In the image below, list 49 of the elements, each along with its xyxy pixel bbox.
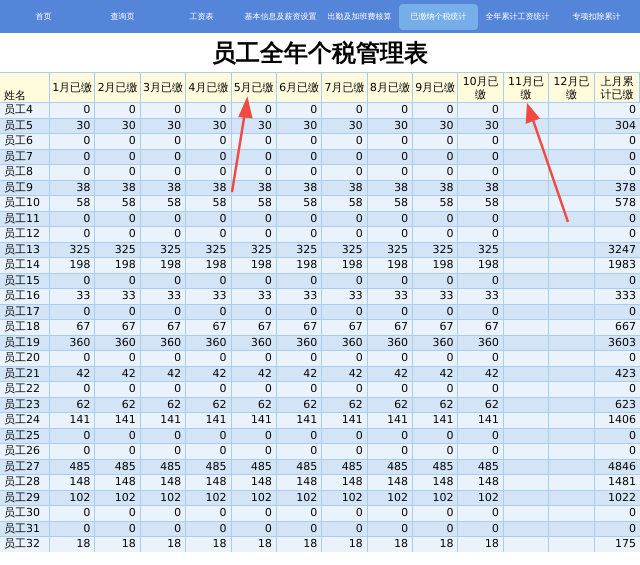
table-cell-text: 0 bbox=[628, 382, 637, 396]
table-cell-text: 0 bbox=[628, 134, 637, 148]
table-cell-text: 0 bbox=[628, 150, 637, 164]
table-cell: 18 bbox=[95, 537, 141, 552]
table-cell-text: 1983 bbox=[607, 258, 637, 272]
table-cell-text: 0 bbox=[628, 428, 637, 443]
table-cell-text: 0 bbox=[628, 227, 637, 242]
table-cell: 18 bbox=[413, 537, 458, 552]
table-cell-text: 0 bbox=[628, 444, 637, 458]
table-cell: 18 bbox=[322, 537, 368, 552]
table-cell-text: 0 bbox=[628, 103, 637, 118]
table-cell: 18 bbox=[276, 537, 322, 552]
table-cell-text: 0 bbox=[628, 506, 637, 520]
table-cell-text: 1406 bbox=[607, 413, 637, 428]
nav-tab[interactable]: 首页 bbox=[4, 4, 83, 30]
name-cell: 员工32 bbox=[0, 537, 50, 552]
table-cell: 18 bbox=[232, 537, 277, 552]
table-cell: 18 bbox=[186, 537, 232, 552]
table-cell-text: 667 bbox=[614, 320, 637, 334]
table-cell: 18 bbox=[140, 537, 186, 552]
nav-tab[interactable]: 出勤及加班费核算 bbox=[320, 4, 399, 30]
table-cell: 18 bbox=[50, 537, 96, 552]
sheet-title: 员工全年个税管理表 bbox=[211, 38, 429, 68]
table-cell-text: 623 bbox=[614, 398, 637, 412]
table-cell-text: 3247 bbox=[607, 242, 637, 257]
table-cell-text: 1481 bbox=[607, 475, 637, 490]
nav-tab[interactable]: 专项扣除累计 bbox=[557, 4, 636, 30]
table-cell-text: 578 bbox=[614, 196, 637, 210]
table-cell-text: 333 bbox=[614, 289, 637, 304]
table-cell-text: 4846 bbox=[607, 460, 637, 474]
table-cell-text: 0 bbox=[628, 304, 637, 319]
nav-tab[interactable]: 查询页 bbox=[83, 4, 162, 30]
nav-tab[interactable]: 全年累计工资统计 bbox=[478, 4, 557, 30]
nav-tab[interactable]: 已缴纳个税统计 bbox=[399, 4, 478, 30]
table-cell: 18 bbox=[368, 537, 414, 552]
table-cell-text: 378 bbox=[614, 180, 637, 195]
table-cell-text: 0 bbox=[628, 212, 637, 226]
table-cell-text: 0 bbox=[628, 274, 637, 288]
table-cell: 18 bbox=[458, 537, 504, 552]
table-cell-text: 0 bbox=[628, 351, 637, 366]
table-cell-text: 1022 bbox=[607, 490, 637, 505]
table-cell-text: 3603 bbox=[607, 336, 637, 350]
table-cell-text: 304 bbox=[614, 118, 637, 133]
table-cell-text: 0 bbox=[628, 165, 637, 180]
table-cell-text: 423 bbox=[614, 366, 637, 381]
table-cell-text: 0 bbox=[628, 522, 637, 536]
table-cell-text: 175 bbox=[614, 537, 637, 552]
nav-tab[interactable]: 基本信息及薪资设置 bbox=[241, 4, 320, 30]
nav-tab[interactable]: 工资表 bbox=[162, 4, 241, 30]
